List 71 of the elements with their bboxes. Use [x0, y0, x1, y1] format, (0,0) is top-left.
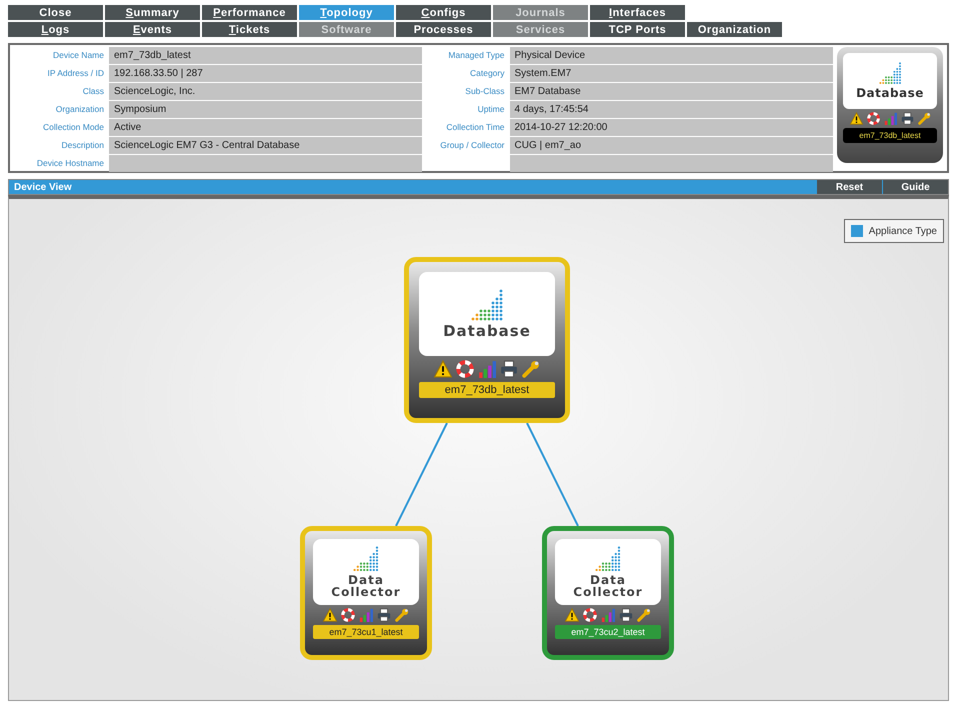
wrench-icon[interactable]: [918, 112, 930, 125]
nav-tab[interactable]: Tickets: [202, 22, 297, 37]
printer-icon[interactable]: [619, 608, 633, 622]
field-value: EM7 Database: [510, 83, 833, 100]
warning-icon[interactable]: [434, 360, 452, 378]
field-label: Description: [60, 140, 105, 150]
field-label: Collection Time: [445, 122, 506, 132]
wrench-icon[interactable]: [522, 360, 540, 378]
wrench-icon[interactable]: [637, 608, 651, 622]
field-label: IP Address / ID: [46, 68, 105, 78]
field-label: Group / Collector: [439, 140, 506, 150]
field-value: ScienceLogic, Inc.: [109, 83, 422, 100]
bar-chart-logo-icon: [471, 289, 503, 321]
device-node[interactable]: Data Collector em7_73cu1_latest: [300, 526, 432, 660]
printer-icon[interactable]: [500, 360, 518, 378]
nav-tab[interactable]: Configs: [396, 5, 491, 20]
warning-icon[interactable]: [323, 608, 337, 622]
device-name-tag: em7_73cu1_latest: [313, 625, 419, 639]
device-type: Data Collector: [572, 574, 644, 598]
lifebuoy-icon[interactable]: [456, 360, 474, 378]
field-label: Managed Type: [447, 50, 506, 60]
panel-title: Device View: [14, 182, 73, 192]
device-type: Data Collector: [330, 574, 402, 598]
nav-tab[interactable]: Close: [8, 5, 103, 20]
field-label: Device Hostname: [36, 158, 105, 168]
nav-tab[interactable]: Events: [105, 22, 200, 37]
field-label: Organization: [54, 104, 105, 114]
field-label: Uptime: [476, 104, 506, 114]
printer-icon[interactable]: [377, 608, 391, 622]
field-label: Sub-Class: [464, 86, 506, 96]
nav-tab[interactable]: Processes: [396, 22, 491, 37]
printer-icon[interactable]: [900, 112, 914, 125]
field-value: 4 days, 17:45:54: [510, 101, 833, 118]
warning-icon[interactable]: [565, 608, 579, 622]
device-node[interactable]: Database em7_73db_latest: [404, 257, 570, 423]
device-name-tag: em7_73db_latest: [419, 382, 555, 398]
device-node[interactable]: Data Collector em7_73cu2_latest: [542, 526, 674, 660]
field-label: Collection Mode: [42, 122, 105, 132]
device-type: Database: [856, 86, 924, 100]
field-label: Class: [82, 86, 105, 96]
device-type: Database: [443, 324, 531, 339]
field-value: System.EM7: [510, 65, 833, 82]
nav-tab[interactable]: Performance: [202, 5, 297, 20]
lifebuoy-icon[interactable]: [583, 608, 597, 622]
nav-tab[interactable]: Organization: [687, 22, 782, 37]
nav-tab[interactable]: Summary: [105, 5, 200, 20]
bar-chart-logo-icon: [353, 546, 379, 572]
wrench-icon[interactable]: [395, 608, 409, 622]
warning-icon[interactable]: [850, 112, 862, 125]
field-value: Symposium: [109, 101, 422, 118]
nav-tab[interactable]: TCP Ports: [590, 22, 685, 37]
bar-chart-logo-icon: [595, 546, 621, 572]
legend-label: Appliance Type: [868, 226, 937, 236]
lifebuoy-icon[interactable]: [866, 112, 880, 125]
field-label: Category: [469, 68, 506, 78]
field-value: Physical Device: [510, 47, 833, 64]
nav-tab[interactable]: Interfaces: [590, 5, 685, 20]
field-value: em7_73db_latest: [109, 47, 422, 64]
field-value: ScienceLogic EM7 G3 - Central Database: [109, 137, 422, 154]
device-name-tag: em7_73cu2_latest: [555, 625, 661, 639]
guide-button[interactable]: Guide: [882, 180, 948, 194]
lifebuoy-icon[interactable]: [341, 608, 355, 622]
reset-button[interactable]: Reset: [816, 180, 882, 194]
field-label: Device Name: [52, 50, 105, 60]
field-value: 192.168.33.50 | 287: [109, 65, 422, 82]
field-value: Active: [109, 119, 422, 136]
bar-chart-logo-icon: [878, 62, 902, 84]
device-name-tag: em7_73db_latest: [843, 128, 937, 143]
field-value: CUG | em7_ao: [510, 137, 833, 154]
nav-tab[interactable]: Logs: [8, 22, 103, 37]
field-value: 2014-10-27 12:20:00: [510, 119, 833, 136]
